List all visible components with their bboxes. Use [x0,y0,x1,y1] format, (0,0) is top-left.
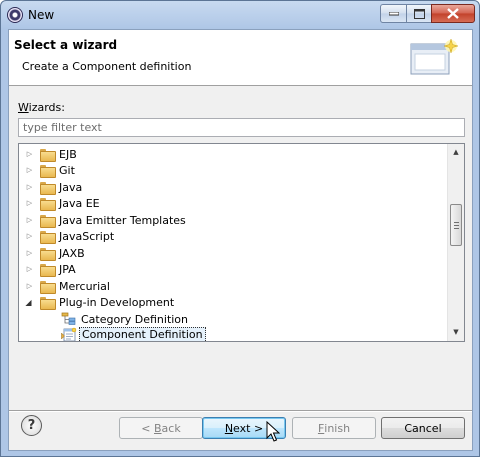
folder-icon [39,164,56,178]
expand-arrow-icon[interactable]: ▷ [25,166,34,175]
dialog-client-area: Select a wizard Create a Component defin… [8,29,473,451]
tree-item-label: JAXB [59,246,85,260]
tree-item-java[interactable]: ▷ Java [19,179,449,195]
filter-input[interactable] [18,118,465,137]
wizards-label-text: izards: [28,101,65,114]
tree-item-jpa[interactable]: ▷ JPA [19,261,449,277]
scrollbar-thumb[interactable] [450,204,462,246]
cancel-button[interactable]: Cancel [381,417,465,439]
tree-item-label: Git [59,163,75,177]
tree-item-java-emitter-templates[interactable]: ▷ Java Emitter Templates [19,212,449,228]
tree-item-mercurial[interactable]: ▷ Mercurial [19,278,449,294]
close-icon [447,8,459,19]
minimize-icon [388,11,399,15]
folder-icon [39,230,56,244]
tree-item-label: Plug-in Development [59,295,175,309]
tree-item-label: Java EE [59,196,100,210]
folder-icon [39,247,56,261]
wizard-header: Select a wizard Create a Component defin… [9,30,472,86]
back-button-mnemonic: B [154,421,162,435]
back-button-prefix: < [141,421,154,435]
tree-item-java-ee[interactable]: ▷ Java EE [19,195,449,211]
folder-icon [39,280,56,294]
back-button-label: ack [161,421,181,435]
eclipse-new-wizard-icon [7,7,23,23]
scroll-down-arrow-icon[interactable]: ▼ [448,324,464,341]
minimize-button[interactable] [380,4,407,23]
expand-arrow-icon[interactable]: ▷ [25,150,34,159]
button-bar-separator [9,410,472,412]
wizards-label-mnemonic: W [18,101,29,114]
help-button[interactable]: ? [21,415,42,436]
folder-icon [39,197,56,211]
tree-item-ejb[interactable]: ▷ EJB [19,146,449,162]
window-title: New [28,8,55,22]
expand-arrow-icon[interactable]: ▷ [25,216,34,225]
tree-item-label: Java [59,180,83,194]
maximize-button[interactable] [406,4,432,23]
mouse-cursor-icon [266,421,280,442]
scroll-up-arrow-icon[interactable]: ▲ [448,144,464,161]
header-title: Select a wizard [14,38,118,52]
wizard-banner-icon [410,38,459,75]
folder-icon [39,181,56,195]
folder-icon [39,214,56,228]
tree-item-git[interactable]: ▷ Git [19,162,449,178]
title-bar[interactable]: New [1,1,479,29]
tree-item-javascript[interactable]: ▷ JavaScript [19,228,449,244]
tree-item-label: EJB [59,147,77,161]
component-definition-icon [61,327,77,341]
tree-item-label: Category Definition [81,312,189,326]
help-icon: ? [27,418,36,433]
folder-icon [39,296,56,310]
tree-item-label: Component Definition [79,327,206,341]
tree-item-label: JPA [59,262,76,276]
folder-icon [39,263,56,277]
expand-arrow-icon[interactable]: ▷ [25,199,34,208]
expand-arrow-icon[interactable]: ▷ [25,282,34,291]
close-button[interactable] [431,4,475,23]
tree-item-label: JavaScript [59,229,115,243]
category-definition-icon [61,312,76,325]
cancel-button-label: Cancel [404,421,442,435]
finish-button[interactable]: Finish [292,417,376,439]
scrollbar-grip [454,222,459,229]
tree-item-label: Mercurial [59,279,110,293]
back-button[interactable]: < Back [119,417,203,439]
expand-arrow-icon[interactable]: ▷ [25,183,34,192]
tree-item-jaxb[interactable]: ▷ JAXB [19,245,449,261]
wizard-tree[interactable]: ▷ EJB ▷ Git ▷ Java ▷ Java EE ▷ Java Emit… [18,143,465,342]
expand-arrow-icon[interactable]: ▷ [25,232,34,241]
collapse-arrow-icon[interactable]: ◢ [24,298,33,307]
expand-arrow-icon[interactable]: ▷ [25,249,34,258]
maximize-icon [413,8,425,19]
tree-item-plug-in-development[interactable]: ◢ Plug-in Development [19,294,449,310]
wizards-label: Wizards: [18,101,65,114]
next-button-mnemonic: N [224,421,234,435]
finish-button-label: inish [324,421,351,435]
expand-arrow-icon[interactable]: ▷ [25,265,34,274]
tree-item-category-definition[interactable]: Category Definition [19,311,449,327]
header-description: Create a Component definition [22,60,192,73]
tree-item-label: Java Emitter Templates [59,213,186,227]
folder-icon [39,148,56,162]
tree-item-component-definition[interactable]: Component Definition [19,327,449,341]
new-wizard-window: New Select a wizard Create a Component d… [0,0,480,457]
tree-vertical-scrollbar[interactable]: ▲ ▼ [447,144,464,341]
next-button-label: ext > [233,421,264,435]
